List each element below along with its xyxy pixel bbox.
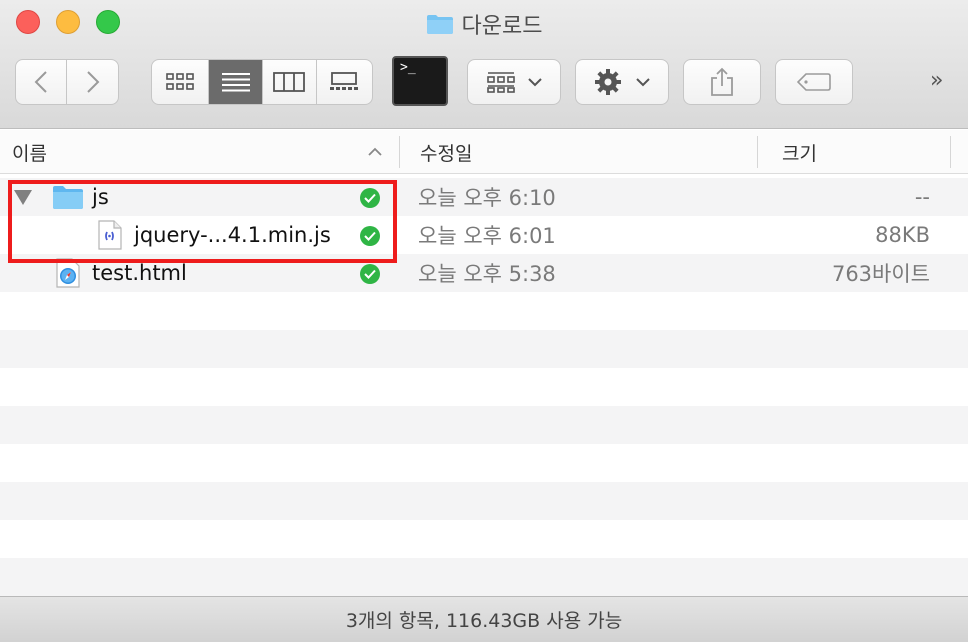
forward-button[interactable]	[67, 60, 118, 104]
chevron-right-icon	[86, 71, 99, 93]
file-date: 오늘 오후 6:01	[418, 224, 556, 248]
tag-button[interactable]	[775, 59, 853, 105]
status-text: 3개의 항목, 116.43GB 사용 가능	[345, 610, 623, 632]
window-title: 다운로드	[0, 8, 968, 39]
column-header: 이름 수정일 크기	[0, 130, 968, 174]
empty-row	[0, 406, 968, 444]
folder-icon	[426, 13, 454, 35]
column-view-button[interactable]	[263, 60, 317, 104]
terminal-prompt: >_	[400, 60, 416, 75]
group-by-button[interactable]	[467, 59, 561, 105]
list-view-button[interactable]	[209, 60, 263, 104]
empty-row	[0, 330, 968, 368]
action-button[interactable]	[575, 59, 669, 105]
column-divider[interactable]	[950, 136, 951, 168]
group-by-icon	[487, 72, 515, 93]
file-date: 오늘 오후 6:10	[418, 186, 556, 210]
empty-row	[0, 558, 968, 596]
empty-row	[0, 444, 968, 482]
list-icon	[221, 73, 250, 92]
file-date: 오늘 오후 5:38	[418, 262, 556, 286]
file-size: 88KB	[875, 223, 930, 247]
synced-check-icon	[360, 264, 380, 284]
terminal-button[interactable]: >_	[392, 56, 448, 106]
title-bar: 다운로드 >_ »	[0, 0, 968, 129]
columns-icon	[273, 72, 306, 92]
empty-row	[0, 368, 968, 406]
gallery-icon	[330, 72, 359, 90]
highlight-annotation-box	[8, 180, 397, 263]
window-title-text: 다운로드	[461, 14, 543, 39]
status-bar: 3개의 항목, 116.43GB 사용 가능	[0, 596, 968, 642]
tag-icon	[797, 73, 831, 91]
icon-grid-icon	[166, 73, 195, 90]
view-mode-group	[151, 59, 373, 105]
sort-ascending-icon	[367, 130, 383, 174]
chevron-down-icon	[636, 78, 650, 87]
finder-window: 다운로드 >_ » 이름 수정일 크기 js 오늘 오후 6:10 -- jqu…	[0, 0, 968, 642]
file-size: --	[914, 185, 930, 209]
double-chevron-icon: »	[930, 68, 944, 93]
nav-button-group	[15, 59, 119, 105]
chevron-down-icon	[528, 78, 542, 87]
share-button[interactable]	[683, 59, 761, 105]
column-modified-header[interactable]: 수정일	[420, 130, 472, 174]
chevron-left-icon	[34, 71, 47, 93]
back-button[interactable]	[16, 60, 67, 104]
share-icon	[711, 67, 733, 96]
column-size-header[interactable]: 크기	[782, 130, 817, 174]
gear-icon	[595, 69, 621, 95]
gallery-view-button[interactable]	[317, 60, 372, 104]
column-divider[interactable]	[757, 136, 758, 168]
column-name-header[interactable]: 이름	[12, 130, 47, 174]
toolbar-overflow-button[interactable]: »	[930, 68, 943, 93]
file-size: 763바이트	[831, 262, 930, 286]
empty-row	[0, 520, 968, 558]
column-divider[interactable]	[399, 136, 400, 168]
empty-row	[0, 482, 968, 520]
empty-row	[0, 292, 968, 330]
icon-view-button[interactable]	[152, 60, 210, 104]
